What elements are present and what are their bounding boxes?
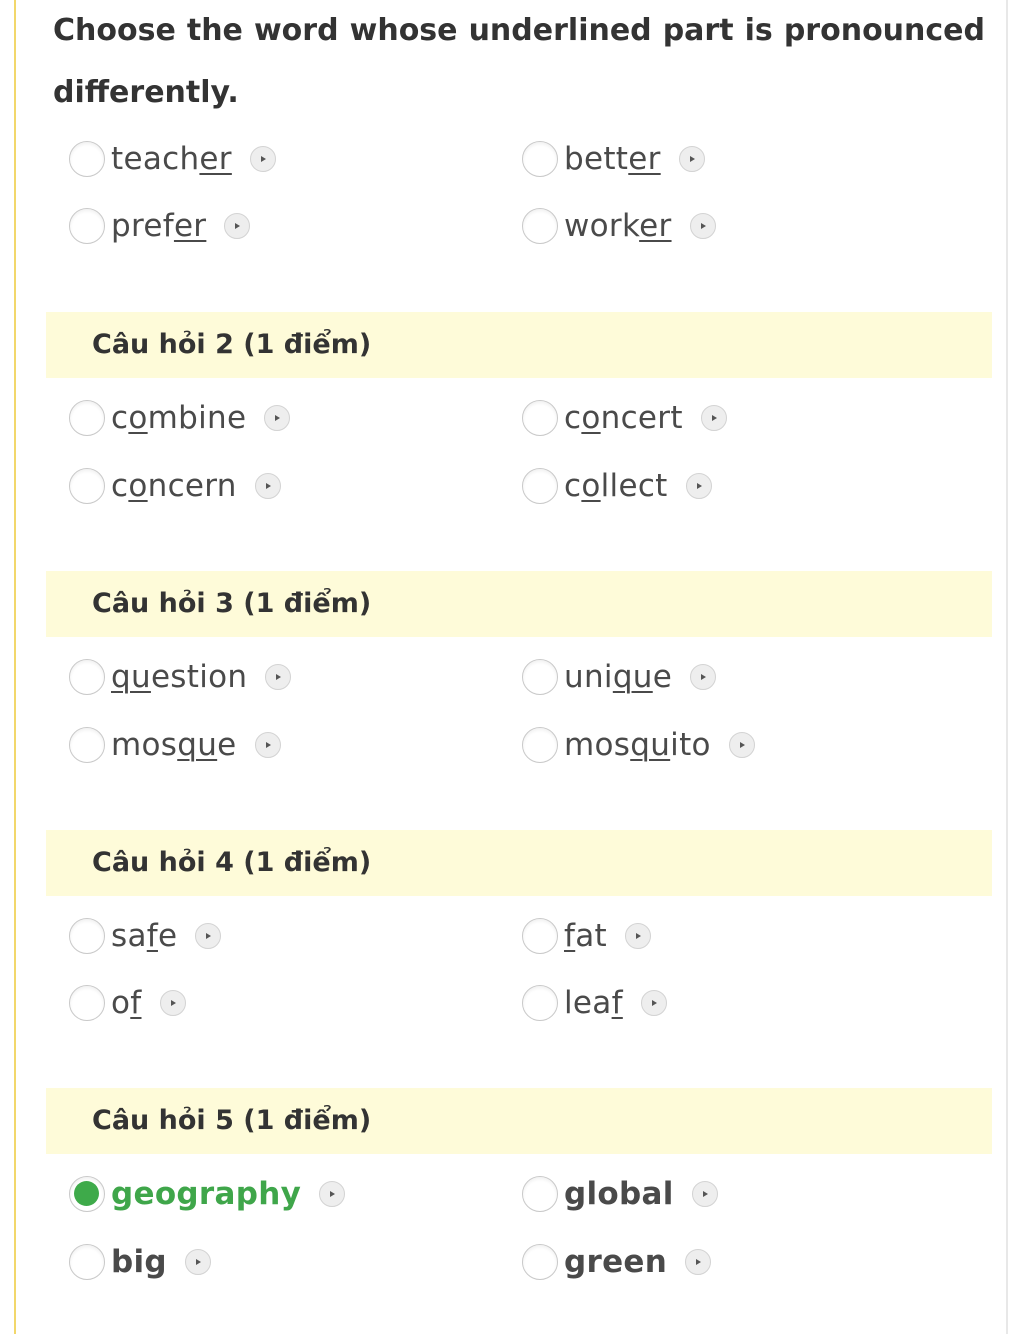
quiz-page: Choose the word whose underlined part is… [0,0,1024,1334]
option-word: worker [564,208,672,244]
radio-button[interactable] [522,918,558,954]
question-header: Câu hỏi 3 (1 điểm) [46,571,992,637]
radio-button[interactable] [69,918,105,954]
option-q5-a[interactable]: geography [69,1172,346,1216]
option-q4-d[interactable]: leaf [522,981,667,1025]
radio-button[interactable] [69,1244,105,1280]
option-q3-a[interactable]: question [69,655,292,699]
radio-button[interactable] [522,1176,558,1212]
option-q5-b[interactable]: global [522,1172,718,1216]
play-audio-icon[interactable] [700,405,727,431]
radio-button[interactable] [522,659,558,695]
option-word: better [564,141,661,177]
question-title: Câu hỏi 5 (1 điểm) [92,1105,372,1136]
card-border-left [14,0,16,1334]
question-title: Câu hỏi 2 (1 điểm) [92,329,372,360]
option-q4-b[interactable]: fat [522,914,651,958]
option-word: mosque [111,727,237,763]
question-header: Câu hỏi 5 (1 điểm) [46,1088,992,1154]
radio-button[interactable] [522,400,558,436]
option-word: big [111,1244,167,1280]
option-q5-c[interactable]: big [69,1240,211,1284]
play-audio-icon[interactable] [678,146,705,172]
option-q2-a[interactable]: combine [69,396,291,440]
option-word: leaf [564,985,623,1021]
radio-button[interactable] [522,1244,558,1280]
option-q2-c[interactable]: concern [69,464,281,508]
option-word: prefer [111,208,207,244]
radio-button[interactable] [69,141,105,177]
play-audio-icon[interactable] [195,923,222,949]
play-audio-icon[interactable] [254,732,281,758]
play-audio-icon[interactable] [640,990,667,1016]
radio-button[interactable] [522,468,558,504]
option-q3-d[interactable]: mosquito [522,723,755,767]
radio-button[interactable] [522,985,558,1021]
option-q2-b[interactable]: concert [522,396,727,440]
option-word: global [564,1176,674,1212]
question-title: Câu hỏi 4 (1 điểm) [92,847,372,878]
radio-button[interactable] [69,659,105,695]
play-audio-icon[interactable] [224,213,251,239]
option-word: teacher [111,141,232,177]
play-audio-icon[interactable] [624,923,651,949]
play-audio-icon[interactable] [264,405,291,431]
question-header: Câu hỏi 4 (1 điểm) [46,830,992,896]
play-audio-icon[interactable] [265,664,292,690]
option-q5-d[interactable]: green [522,1240,712,1284]
play-audio-icon[interactable] [249,146,276,172]
option-word: concern [111,468,237,504]
option-q4-c[interactable]: of [69,981,186,1025]
option-q1-c[interactable]: prefer [69,204,251,248]
play-audio-icon[interactable] [184,1249,211,1275]
radio-button[interactable] [69,208,105,244]
play-audio-icon[interactable] [691,1181,718,1207]
play-audio-icon[interactable] [685,1249,712,1275]
option-word: mosquito [564,727,711,763]
option-q3-c[interactable]: mosque [69,723,281,767]
option-word: fat [564,918,607,954]
play-audio-icon[interactable] [689,213,716,239]
radio-button[interactable] [69,400,105,436]
question-title: Câu hỏi 3 (1 điểm) [92,588,372,619]
play-audio-icon[interactable] [690,664,717,690]
option-q1-a[interactable]: teacher [69,137,276,181]
radio-button-selected[interactable] [69,1176,105,1212]
radio-button[interactable] [69,468,105,504]
option-word: combine [111,400,247,436]
option-q4-a[interactable]: safe [69,914,222,958]
radio-button[interactable] [69,985,105,1021]
option-word: unique [564,659,673,695]
card-border-right [1006,0,1008,1334]
play-audio-icon[interactable] [728,732,755,758]
radio-button[interactable] [522,727,558,763]
option-word: question [111,659,248,695]
play-audio-icon[interactable] [685,473,712,499]
option-word: of [111,985,142,1021]
radio-button[interactable] [69,727,105,763]
option-q1-b[interactable]: better [522,137,705,181]
option-word: green [564,1244,668,1280]
question-header: Câu hỏi 2 (1 điểm) [46,312,992,378]
radio-button[interactable] [522,141,558,177]
option-word: collect [564,468,668,504]
option-q3-b[interactable]: unique [522,655,717,699]
question-instruction: Choose the word whose underlined part is… [53,13,985,110]
option-word: safe [111,918,178,954]
play-audio-icon[interactable] [254,473,281,499]
play-audio-icon[interactable] [159,990,186,1016]
option-q2-d[interactable]: collect [522,464,712,508]
radio-button[interactable] [522,208,558,244]
option-word: concert [564,400,683,436]
play-audio-icon[interactable] [319,1181,346,1207]
option-word: geography [111,1176,302,1212]
option-q1-d[interactable]: worker [522,204,716,248]
